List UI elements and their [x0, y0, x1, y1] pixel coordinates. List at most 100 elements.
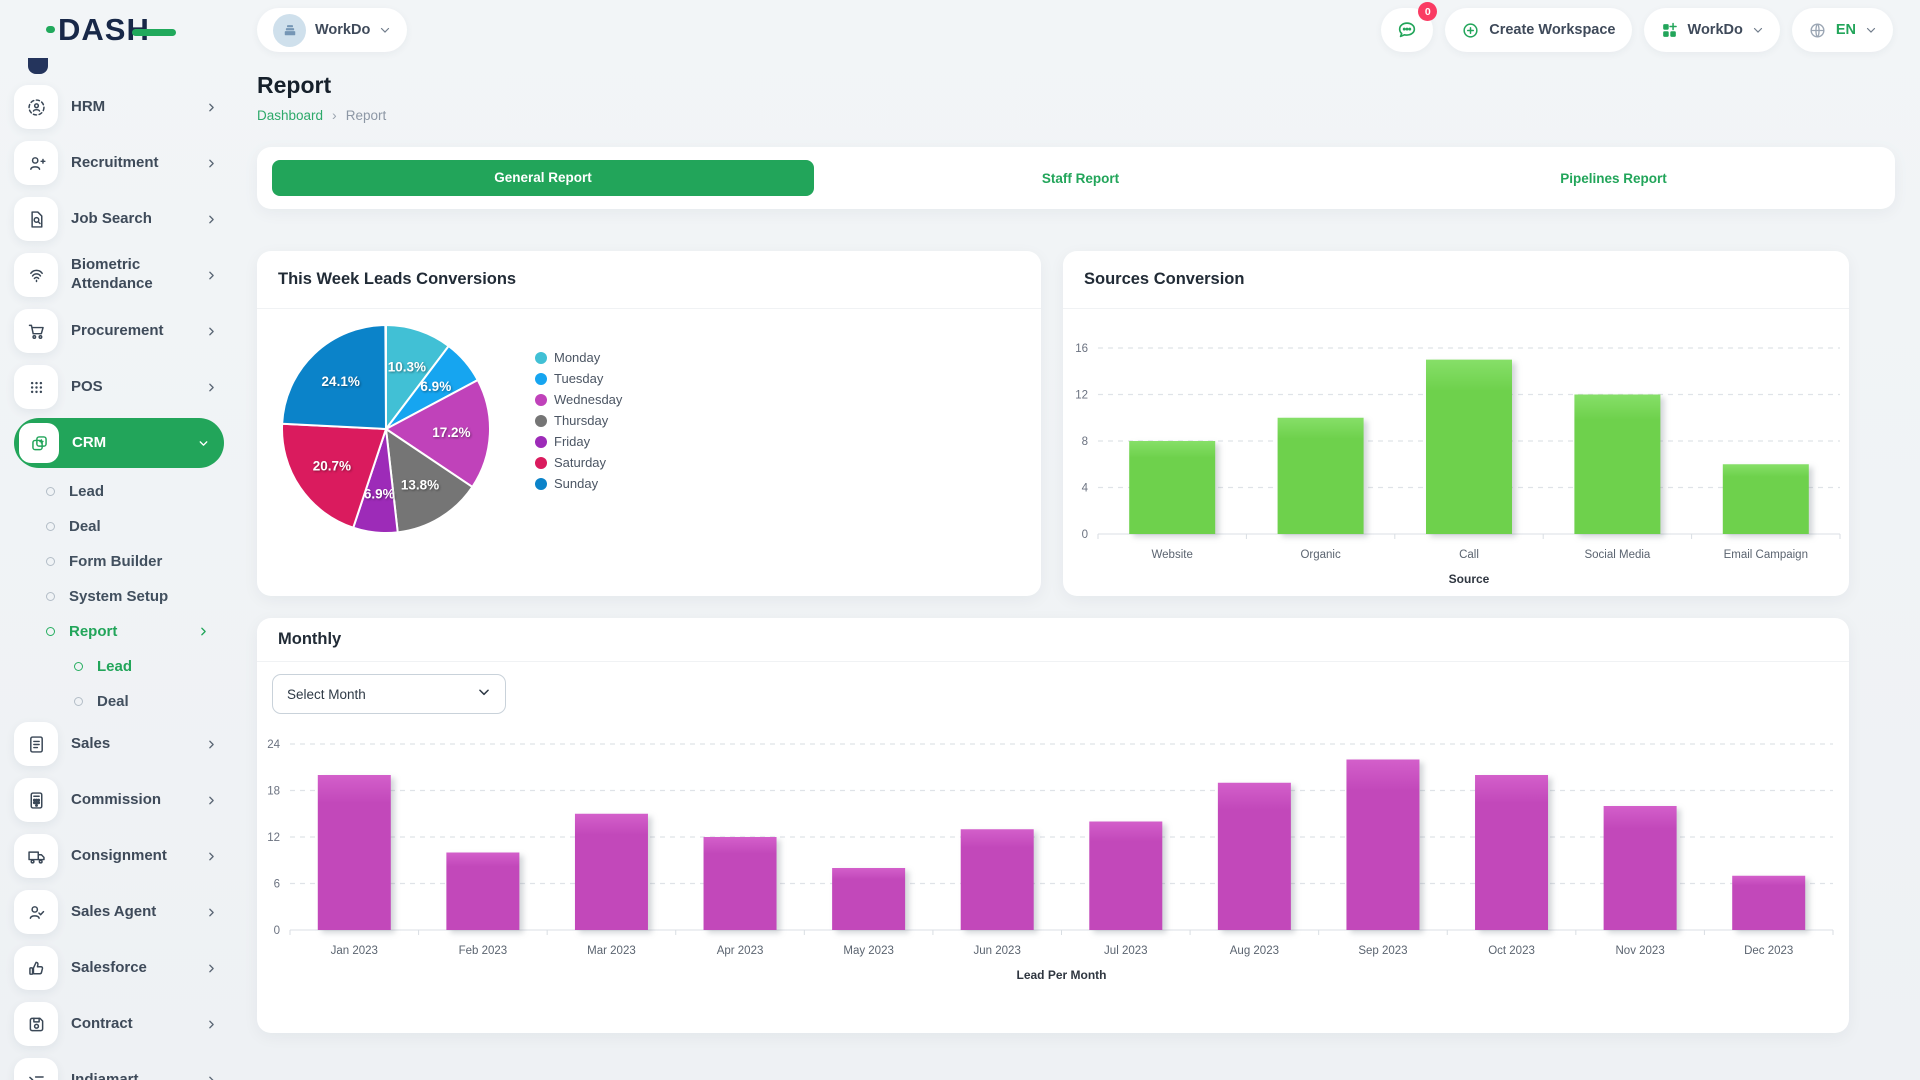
chevron-right-icon [205, 269, 218, 282]
tab-general-report[interactable]: General Report [272, 160, 814, 196]
sidebar-item-label: Job Search [71, 210, 192, 229]
pie-legend: MondayTuesdayWednesdayThursdayFridaySatu… [535, 347, 622, 494]
charts-row: This Week Leads Conversions 10.3%6.9%17.… [257, 251, 1895, 596]
bullet-icon [46, 627, 55, 636]
x-axis-label: Jun 2023 [974, 945, 1021, 957]
legend-item-saturday: Saturday [535, 452, 622, 473]
y-axis-tick: 12 [267, 832, 280, 844]
y-axis-tick: 18 [267, 786, 280, 798]
page-title: Report [257, 72, 1895, 99]
x-axis-label: Mar 2023 [587, 945, 636, 957]
sidebar-item-recruitment[interactable]: Recruitment [14, 138, 224, 188]
month-select[interactable]: Select Month [272, 674, 506, 714]
sidebar-item-hrm[interactable]: HRM [14, 82, 224, 132]
bar-sep-2023 [1346, 760, 1419, 931]
sidebar-item-sales-agent[interactable]: Sales Agent [14, 887, 224, 937]
bar-jun-2023 [961, 829, 1034, 930]
sidebar: DASH HRM Recruitment Job Search Biometric A… [0, 0, 230, 1080]
sidebar-subitem-label: System Setup [69, 588, 214, 605]
bar-apr-2023 [704, 837, 777, 930]
create-workspace-button[interactable]: Create Workspace [1445, 8, 1631, 52]
x-axis-label: Jan 2023 [331, 945, 378, 957]
y-axis-tick: 12 [1075, 390, 1088, 402]
sidebar-item-label: HRM [71, 98, 192, 117]
sidebar-subitem-form-builder[interactable]: Form Builder [14, 544, 224, 579]
sidebar-subitem-label: Form Builder [69, 553, 214, 570]
app-logo-text: DASH [58, 12, 150, 48]
sidebar-item-contract[interactable]: Contract [14, 999, 224, 1049]
sidebar-item-label: POS [71, 378, 192, 397]
sidebar-subitem-report[interactable]: Report [14, 614, 224, 649]
pie-slice-value: 6.9% [420, 379, 451, 394]
language-label: EN [1836, 22, 1856, 38]
sidebar-subitem-deal[interactable]: Deal [14, 509, 224, 544]
pie-slice-value: 17.2% [432, 425, 470, 440]
recruitment-icon [14, 141, 58, 185]
card-header: This Week Leads Conversions [257, 251, 1041, 309]
monthly-card: Monthly Select Month 24181260Jan 2023Feb… [257, 618, 1849, 1033]
x-axis-label: Website [1152, 549, 1193, 561]
sales-icon [14, 722, 58, 766]
breadcrumb-current: Report [346, 108, 387, 123]
chat-icon [1396, 19, 1418, 41]
sidebar-item-procurement[interactable]: Procurement [14, 306, 224, 356]
x-axis-label: Dec 2023 [1744, 945, 1793, 957]
tab-pipelines-report[interactable]: Pipelines Report [1347, 171, 1880, 186]
chevron-down-icon [379, 24, 391, 36]
pie-slice-value: 24.1% [322, 374, 360, 389]
chevron-right-icon [205, 738, 218, 751]
sidebar-item-label: Procurement [71, 322, 192, 341]
language-selector[interactable]: EN [1792, 8, 1893, 52]
sidebar-item-biometric-attendance[interactable]: Biometric Attendance [14, 250, 224, 300]
pie-slice-value: 13.8% [401, 477, 439, 492]
sidebar-item-commission[interactable]: Commission [14, 775, 224, 825]
workspace-name: WorkDo [315, 22, 370, 38]
legend-dot [535, 373, 547, 385]
job-search-icon [14, 197, 58, 241]
breadcrumb-dashboard-link[interactable]: Dashboard [257, 108, 323, 123]
workdo-menu-button[interactable]: WorkDo [1644, 8, 1780, 52]
sources-bar-chart: 1612840WebsiteOrganicCallSocial MediaEma… [1063, 309, 1849, 596]
sidebar-subitem-label: Lead [69, 483, 214, 500]
bar-may-2023 [832, 868, 905, 930]
header-actions: 0 Create Workspace WorkDo EN [1381, 8, 1893, 52]
legend-item-friday: Friday [535, 431, 622, 452]
sidebar-subitem-lead[interactable]: Lead [14, 474, 224, 509]
top-header: WorkDo 0 Create Workspace WorkDo [230, 0, 1920, 60]
chevron-right-icon [205, 906, 218, 919]
x-axis-label: Organic [1300, 549, 1341, 561]
legend-dot [535, 352, 547, 364]
sidebar-item-job-search[interactable]: Job Search [14, 194, 224, 244]
sidebar-subitem-system-setup[interactable]: System Setup [14, 579, 224, 614]
workspace-selector[interactable]: WorkDo [257, 8, 407, 52]
x-axis-label: Social Media [1584, 549, 1650, 561]
building-icon [273, 14, 306, 47]
messages-button[interactable]: 0 [1381, 8, 1433, 52]
x-axis-label: Aug 2023 [1230, 945, 1279, 957]
x-axis-label: May 2023 [843, 945, 894, 957]
legend-dot [535, 415, 547, 427]
legend-label: Wednesday [554, 392, 622, 407]
sidebar-subitem-lead[interactable]: Lead [14, 649, 224, 684]
app-logo[interactable]: DASH [14, 0, 216, 60]
chevron-right-icon [205, 1018, 218, 1031]
legend-item-monday: Monday [535, 347, 622, 368]
sidebar-item-sales[interactable]: Sales [14, 719, 224, 769]
y-axis-tick: 24 [267, 739, 280, 751]
sidebar-item-consignment[interactable]: Consignment [14, 831, 224, 881]
tab-staff-report[interactable]: Staff Report [814, 171, 1347, 186]
y-axis-tick: 6 [274, 879, 280, 891]
bar-email-campaign [1723, 464, 1809, 534]
messages-count-badge: 0 [1418, 2, 1437, 21]
sidebar-subitem-deal[interactable]: Deal [14, 684, 224, 719]
card-title: This Week Leads Conversions [278, 270, 516, 289]
sidebar-item-indiamart[interactable]: Indiamart [14, 1055, 224, 1080]
sidebar-item-pos[interactable]: POS [14, 362, 224, 412]
chevron-down-icon [197, 437, 210, 450]
sidebar-subitem-label: Report [69, 623, 183, 640]
sidebar-item-label: CRM [72, 434, 184, 453]
pie-slice-value: 6.9% [364, 487, 395, 502]
sidebar-item-salesforce[interactable]: Salesforce [14, 943, 224, 993]
y-axis-tick: 8 [1082, 436, 1088, 448]
sidebar-item-crm[interactable]: CRM [14, 418, 224, 468]
